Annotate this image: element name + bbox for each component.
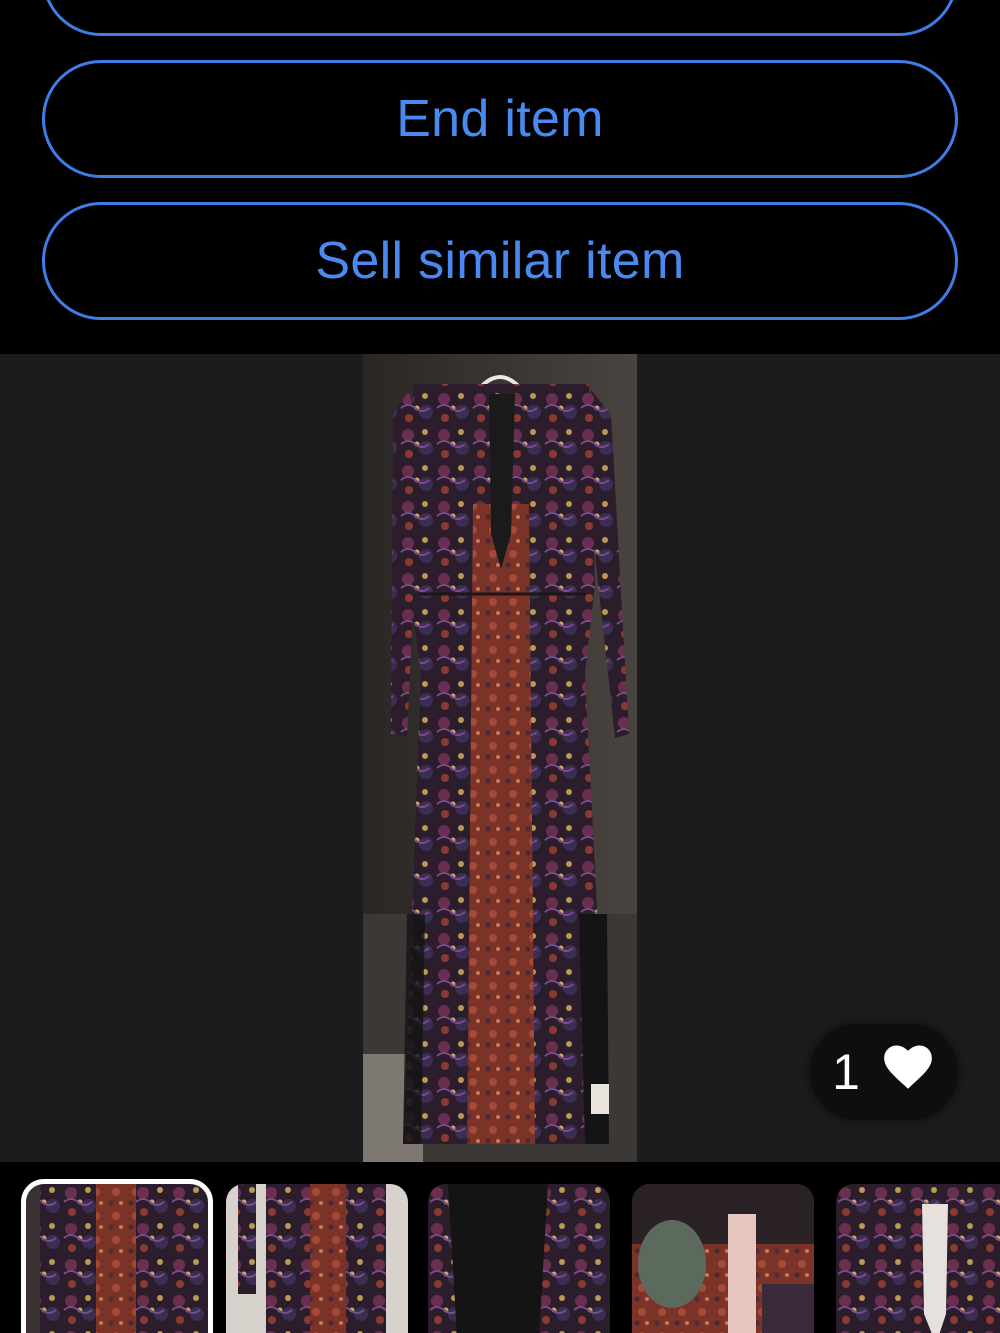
thumbnail-5[interactable] [836,1184,1000,1333]
end-item-button[interactable]: End item [42,60,958,178]
thumbnail-2-image [226,1184,408,1333]
sell-similar-item-label: Sell similar item [315,232,685,290]
main-listing-photo[interactable] [363,354,637,1162]
thumbnail-4-image [632,1184,814,1333]
thumbnail-5-image [836,1184,1000,1333]
thumbnail-4[interactable] [632,1184,814,1333]
like-count: 1 [832,1044,860,1100]
top-action-button[interactable] [42,0,958,36]
sell-similar-item-button[interactable]: Sell similar item [42,202,958,320]
thumbnail-1[interactable] [21,1179,213,1333]
thumbnail-3-image [428,1184,610,1333]
listing-page: End item Sell similar item 1 [0,0,1000,1333]
heart-icon [880,1041,936,1103]
thumbnail-1-image [26,1184,208,1333]
thumbnail-strip[interactable] [0,1162,1000,1333]
thumbnail-3[interactable] [428,1184,610,1333]
like-count-badge[interactable]: 1 [810,1024,958,1120]
dress-photo-image [363,354,637,1162]
end-item-label: End item [396,90,604,148]
thumbnail-2[interactable] [226,1184,408,1333]
